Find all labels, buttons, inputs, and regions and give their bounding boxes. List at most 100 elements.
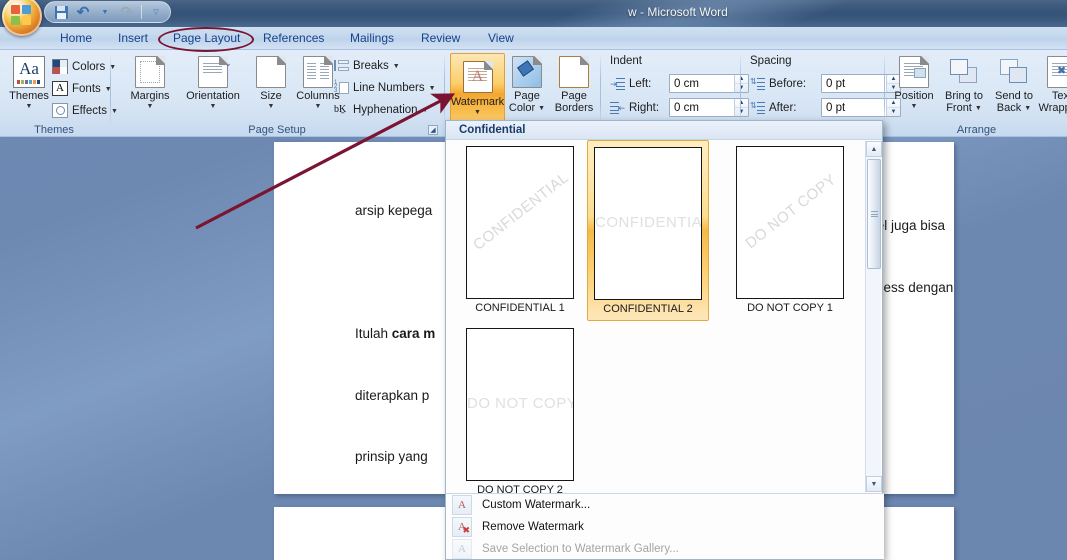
thumb-paper: CONFIDENTIAL [594, 147, 702, 300]
chevron-down-icon: ▼ [267, 103, 275, 110]
bring-to-front-icon [948, 56, 980, 88]
indent-right-field[interactable]: 0 cm ▲ ▼ [669, 98, 749, 117]
chevron-down-icon: ▼ [209, 103, 217, 110]
chevron-down-icon: ▼ [1024, 105, 1032, 112]
bring-to-front-button[interactable]: Bring to Front ▼ [938, 56, 990, 114]
tab-view[interactable]: View [478, 27, 524, 50]
thumb-watermark-text: CONFIDENTIAL [470, 169, 572, 254]
orientation-label: Orientation [186, 90, 240, 102]
text-wrapping-label-line2: Wrapping [1038, 102, 1067, 114]
watermark-remove-icon: A ✖ [452, 517, 472, 537]
watermark-thumb-confidential-1[interactable]: CONFIDENTIAL CONFIDENTIAL 1 [459, 146, 581, 314]
chevron-down-icon: ▼ [146, 103, 154, 110]
menu-item-custom-watermark[interactable]: A Custom Watermark... [446, 494, 884, 516]
redo-icon[interactable]: ↷ [117, 3, 137, 21]
document-text-right: cel juga bisa ccess dengan igunakan san … [870, 218, 954, 541]
spacing-before-value: 0 pt [826, 77, 846, 90]
breaks-label: Breaks [353, 60, 389, 72]
quick-access-toolbar[interactable]: ↶ ▼ ↷ ▽ [44, 1, 171, 23]
page-color-label-line1: Page [514, 90, 540, 102]
hyphenation-icon: bḴ [334, 104, 347, 115]
spacing-after-icon: ⇅ [750, 101, 765, 115]
indent-left-field[interactable]: 0 cm ▲ ▼ [669, 74, 749, 93]
themes-button[interactable]: Aa Themes ▼ [6, 56, 52, 110]
theme-colors-button[interactable]: Colors ▼ [52, 59, 116, 74]
size-label: Size [260, 90, 282, 102]
gallery-scrollbar[interactable]: ▲ ▼ [865, 141, 882, 492]
watermark-thumb-do-not-copy-2[interactable]: DO NOT COPY DO NOT COPY 2 [459, 328, 581, 496]
bring-to-front-label-line1: Bring to [945, 90, 983, 102]
divider [884, 54, 885, 126]
margins-button[interactable]: Margins ▼ [122, 56, 178, 110]
undo-dropdown-chevron-down-icon[interactable]: ▼ [95, 3, 115, 21]
divider [600, 54, 601, 126]
orientation-icon: ↷ [198, 56, 230, 88]
watermark-gallery-dropdown: Confidential CONFIDENTIAL CONFIDENTIAL 1… [445, 120, 884, 560]
menu-item-remove-watermark[interactable]: A ✖ Remove Watermark [446, 516, 884, 538]
orientation-button[interactable]: ↷ Orientation ▼ [178, 56, 248, 110]
group-label-themes: Themes [34, 124, 74, 136]
scroll-down-icon[interactable]: ▼ [866, 476, 882, 492]
send-to-back-label-line1: Send to [995, 90, 1033, 102]
theme-colors-label: Colors [72, 60, 106, 73]
group-label-page-setup: Page Setup [248, 124, 306, 136]
tab-home[interactable]: Home [50, 27, 102, 50]
divider [740, 54, 741, 126]
theme-effects-label: Effects [72, 104, 107, 117]
indent-right-value: 0 cm [674, 101, 699, 114]
indent-right-stepper[interactable]: ▲ ▼ [734, 99, 748, 116]
save-selection-icon: A [452, 539, 472, 559]
page-color-label-line2: Color [508, 102, 536, 114]
indent-left-stepper[interactable]: ▲ ▼ [734, 75, 748, 92]
position-button[interactable]: Position ▼ [890, 56, 938, 110]
breaks-button[interactable]: Breaks ▼ [334, 59, 400, 73]
undo-icon[interactable]: ↶ [73, 3, 93, 21]
theme-fonts-button[interactable]: A Fonts ▼ [52, 81, 112, 96]
indent-left-value: 0 cm [674, 77, 699, 90]
page-borders-icon [559, 56, 589, 88]
thumb-watermark-text: CONFIDENTIAL [595, 214, 702, 231]
size-button[interactable]: Size ▼ [252, 56, 290, 110]
menu-item-save-selection-to-watermark-gallery: A Save Selection to Watermark Gallery... [446, 538, 884, 560]
indent-left-text: Left: [629, 77, 652, 90]
gallery-section-header: Confidential [446, 121, 882, 140]
tab-mailings[interactable]: Mailings [340, 27, 404, 50]
page-borders-label-line1: Page [561, 90, 587, 102]
scroll-up-icon[interactable]: ▲ [866, 141, 882, 157]
spacing-after-value: 0 pt [826, 101, 846, 114]
spacing-before-row: ⇅ Before: 0 pt ▲ ▼ [750, 74, 901, 93]
tab-references[interactable]: References [253, 27, 334, 50]
page-borders-label-line2: Borders [554, 102, 594, 114]
scrollbar-thumb[interactable] [867, 159, 881, 269]
spacing-before-icon: ⇅ [750, 77, 765, 91]
watermark-thumb-do-not-copy-1[interactable]: DO NOT COPY DO NOT COPY 1 [729, 146, 851, 314]
window-title: w - Microsoft Word [628, 5, 728, 19]
theme-effects-button[interactable]: Effects ▼ [52, 103, 118, 118]
thumb-caption: DO NOT COPY 1 [747, 302, 833, 314]
hyphenation-button[interactable]: bḴ Hyphenation ▼ [334, 103, 429, 117]
columns-icon [303, 56, 333, 88]
page-setup-dialog-launcher[interactable]: ◢ [428, 125, 438, 135]
customize-quick-access-chevron-down-icon[interactable]: ▽ [146, 3, 166, 21]
tab-review[interactable]: Review [411, 27, 470, 50]
send-to-back-button[interactable]: Send to Back ▼ [990, 56, 1038, 114]
effects-icon [52, 103, 68, 118]
tab-insert[interactable]: Insert [108, 27, 158, 50]
page-color-button[interactable]: Page Color ▼ [504, 56, 550, 114]
theme-fonts-label: Fonts [72, 82, 101, 95]
thumb-paper: CONFIDENTIAL [466, 146, 574, 299]
thumb-paper: DO NOT COPY [466, 328, 574, 481]
tab-page-layout[interactable]: Page Layout [163, 27, 250, 50]
indent-left-icon: ⇥ [610, 77, 625, 91]
save-icon[interactable] [51, 3, 71, 21]
page-color-icon [512, 56, 542, 88]
send-to-back-label-line2: Back [996, 102, 1022, 114]
page-borders-button[interactable]: Page Borders [550, 56, 598, 114]
text-wrapping-button[interactable]: ✖ Text Wrapping [1038, 56, 1067, 114]
line-numbers-button[interactable]: 123 Line Numbers ▼ [334, 80, 436, 95]
divider [141, 5, 142, 19]
send-to-back-icon [998, 56, 1030, 88]
margins-icon [135, 56, 165, 88]
watermark-thumb-confidential-2[interactable]: CONFIDENTIAL CONFIDENTIAL 2 [587, 140, 709, 321]
ribbon-group-page-setup: Margins ▼ ↷ Orientation ▼ Size ▼ Columns… [112, 50, 442, 137]
